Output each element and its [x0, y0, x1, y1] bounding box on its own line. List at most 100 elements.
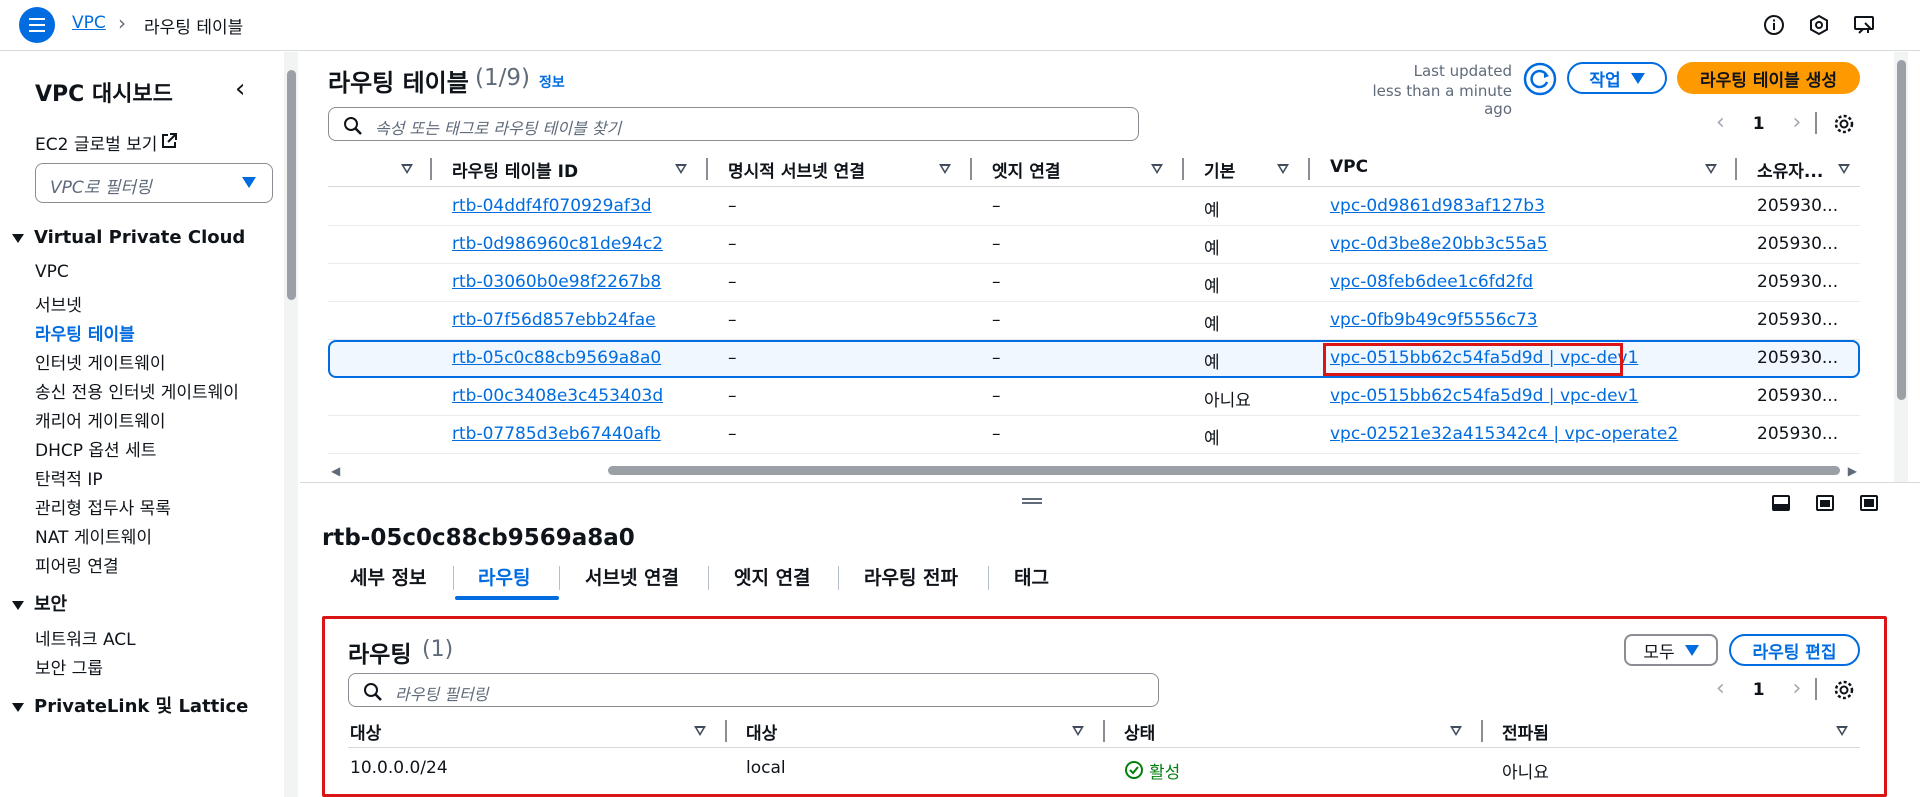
- route-table-id-link[interactable]: rtb-03060b0e98f2267b8: [452, 272, 661, 292]
- col-destination[interactable]: 대상: [350, 719, 381, 744]
- sort-icon[interactable]: [1836, 726, 1848, 736]
- nav-item-egress-only-igw[interactable]: 송신 전용 인터넷 게이트웨이: [35, 378, 239, 403]
- route-table-id-link[interactable]: rtb-07f56d857ebb24fae: [452, 310, 656, 330]
- routes-filter-select[interactable]: 모두: [1624, 634, 1718, 666]
- horizontal-scroll-thumb[interactable]: [608, 466, 1840, 475]
- col-edge-associations[interactable]: 엣지 연결: [992, 157, 1060, 182]
- col-target[interactable]: 대상: [746, 719, 777, 744]
- panel-bottom-icon[interactable]: [1772, 495, 1790, 511]
- sort-icon[interactable]: [1450, 726, 1462, 736]
- page-number[interactable]: 1: [1753, 114, 1765, 134]
- table-row[interactable]: rtb-05c0c88cb9569a8a0– – 예 vpc-0515bb62c54f…: [328, 340, 1860, 378]
- sort-icon[interactable]: [1705, 164, 1717, 174]
- refresh-icon[interactable]: [1523, 62, 1557, 96]
- table-row[interactable]: rtb-0d986960c81de94c2 – – 예 vpc-0d3be8e20bb3…: [328, 226, 1860, 264]
- nav-item-peering[interactable]: 피어링 연결: [35, 552, 119, 577]
- feedback-icon[interactable]: [1853, 14, 1875, 36]
- tab-subnet-associations[interactable]: 서브넷 연결: [585, 563, 679, 590]
- scroll-left-icon[interactable]: ◀: [331, 464, 340, 478]
- route-table-search-input[interactable]: 속성 또는 태그로 라우팅 테이블 찾기: [328, 107, 1139, 141]
- section-security[interactable]: 보안: [12, 590, 67, 616]
- scroll-right-icon[interactable]: ▶: [1848, 464, 1857, 478]
- col-route-table-id[interactable]: 라우팅 테이블 ID: [452, 157, 578, 182]
- tab-details[interactable]: 세부 정보: [350, 563, 427, 590]
- tab-edge-associations[interactable]: 엣지 연결: [734, 563, 811, 590]
- breadcrumb-vpc[interactable]: VPC: [72, 13, 106, 33]
- route-table-id-link[interactable]: rtb-07785d3eb67440afb: [452, 424, 661, 444]
- tab-route-propagation[interactable]: 라우팅 전파: [864, 563, 958, 590]
- table-row[interactable]: rtb-07785d3eb67440afb – – 예 vpc-02521e32a415…: [328, 416, 1860, 454]
- sort-icon[interactable]: [1072, 726, 1084, 736]
- route-table-id-link[interactable]: rtb-0d986960c81de94c2: [452, 234, 663, 254]
- table-row[interactable]: rtb-03060b0e98f2267b8 – – 예 vpc-08feb6dee1c6…: [328, 264, 1860, 302]
- vpc-link[interactable]: vpc-0d9861d983af127b3: [1330, 196, 1545, 216]
- nav-item-nat-gateways[interactable]: NAT 게이트웨이: [35, 523, 152, 548]
- collapse-sidebar-icon[interactable]: ‹: [235, 74, 245, 104]
- section-privatelink[interactable]: PrivateLink 및 Lattice: [12, 692, 248, 718]
- vpc-link[interactable]: vpc-0515bb62c54fa5d9d | vpc-dev1: [1330, 386, 1638, 406]
- sort-icon[interactable]: [939, 164, 951, 174]
- col-propagated[interactable]: 전파됨: [1502, 719, 1549, 744]
- col-status[interactable]: 상태: [1124, 719, 1155, 744]
- table-row[interactable]: rtb-00c3408e3c453403d – – 아니요 vpc-0515bb62c5…: [328, 378, 1860, 416]
- vpc-link[interactable]: vpc-08feb6dee1c6fd2fd: [1330, 272, 1533, 292]
- section-vpc[interactable]: Virtual Private Cloud: [12, 227, 245, 248]
- sidebar-scroll-thumb[interactable]: [287, 70, 296, 300]
- main-scroll-thumb[interactable]: [1897, 60, 1906, 400]
- resize-handle-icon[interactable]: [1022, 498, 1042, 504]
- col-vpc[interactable]: VPC: [1330, 157, 1368, 177]
- route-propagated: 아니요: [1502, 763, 1549, 783]
- info-link[interactable]: 정보: [539, 72, 565, 92]
- route-table-id-link[interactable]: rtb-05c0c88cb9569a8a0: [452, 348, 661, 368]
- sort-icon[interactable]: [1151, 164, 1163, 174]
- sort-icon[interactable]: [694, 726, 706, 736]
- nav-item-vpc[interactable]: VPC: [35, 262, 69, 282]
- col-main[interactable]: 기본: [1204, 157, 1235, 182]
- col-owner[interactable]: 소유자...: [1757, 157, 1823, 182]
- route-table-id-link[interactable]: rtb-00c3408e3c453403d: [452, 386, 663, 406]
- vpc-link[interactable]: vpc-0fb9b49c9f5556c73: [1330, 310, 1538, 330]
- edit-routes-button[interactable]: 라우팅 편집: [1729, 634, 1860, 666]
- routes-search-input[interactable]: 라우팅 필터링: [348, 673, 1159, 707]
- vpc-link[interactable]: vpc-0d3be8e20bb3c55a5: [1330, 234, 1548, 254]
- nav-item-security-groups[interactable]: 보안 그룹: [35, 654, 103, 679]
- actions-button[interactable]: 작업: [1567, 62, 1667, 94]
- main-cell: 예: [1204, 239, 1220, 259]
- table-row[interactable]: rtb-04ddf4f070929af3d – – 예 vpc-0d9861d983af…: [328, 188, 1860, 226]
- next-page-icon[interactable]: ›: [1793, 110, 1802, 135]
- notification-icon[interactable]: [1808, 14, 1830, 36]
- ec2-global-view-link[interactable]: EC2 글로벌 보기: [35, 130, 157, 155]
- info-icon[interactable]: [1763, 14, 1785, 36]
- nav-item-prefix-lists[interactable]: 관리형 접두사 목록: [35, 494, 171, 519]
- nav-item-carrier-gateways[interactable]: 캐리어 게이트웨이: [35, 407, 166, 432]
- prev-page-icon[interactable]: ‹: [1716, 110, 1725, 135]
- prev-page-icon[interactable]: ‹: [1716, 676, 1725, 701]
- nav-item-dhcp-options[interactable]: DHCP 옵션 세트: [35, 436, 156, 461]
- nav-item-subnets[interactable]: 서브넷: [35, 291, 82, 316]
- settings-gear-icon[interactable]: [1833, 679, 1855, 701]
- sort-icon[interactable]: [1277, 164, 1289, 174]
- tab-routes[interactable]: 라우팅: [478, 563, 530, 590]
- settings-gear-icon[interactable]: [1833, 113, 1855, 135]
- vpc-filter-select[interactable]: VPC로 필터링: [35, 163, 273, 203]
- nav-item-elastic-ips[interactable]: 탄력적 IP: [35, 465, 103, 490]
- nav-item-network-acls[interactable]: 네트워크 ACL: [35, 625, 136, 650]
- next-page-icon[interactable]: ›: [1793, 676, 1802, 701]
- menu-icon[interactable]: [19, 7, 55, 43]
- sort-icon[interactable]: [1838, 164, 1850, 174]
- create-route-table-button[interactable]: 라우팅 테이블 생성: [1677, 62, 1860, 94]
- nav-item-route-tables[interactable]: 라우팅 테이블: [35, 320, 135, 345]
- vpc-link[interactable]: vpc-02521e32a415342c4 | vpc-operate2: [1330, 424, 1678, 444]
- col-explicit-subnet[interactable]: 명시적 서브넷 연결: [728, 157, 865, 182]
- route-table-id-link[interactable]: rtb-04ddf4f070929af3d: [452, 196, 651, 216]
- tab-tags[interactable]: 태그: [1014, 563, 1049, 590]
- search-icon: [344, 117, 362, 135]
- sort-icon[interactable]: [675, 164, 687, 174]
- sort-icon[interactable]: [401, 164, 413, 174]
- nav-item-internet-gateways[interactable]: 인터넷 게이트웨이: [35, 349, 166, 374]
- owner-cell: 205930...: [1757, 310, 1839, 330]
- panel-full-icon[interactable]: [1860, 495, 1878, 511]
- page-number[interactable]: 1: [1753, 680, 1765, 700]
- panel-middle-icon[interactable]: [1816, 495, 1834, 511]
- table-row[interactable]: rtb-07f56d857ebb24fae – – 예 vpc-0fb9b49c9f55…: [328, 302, 1860, 340]
